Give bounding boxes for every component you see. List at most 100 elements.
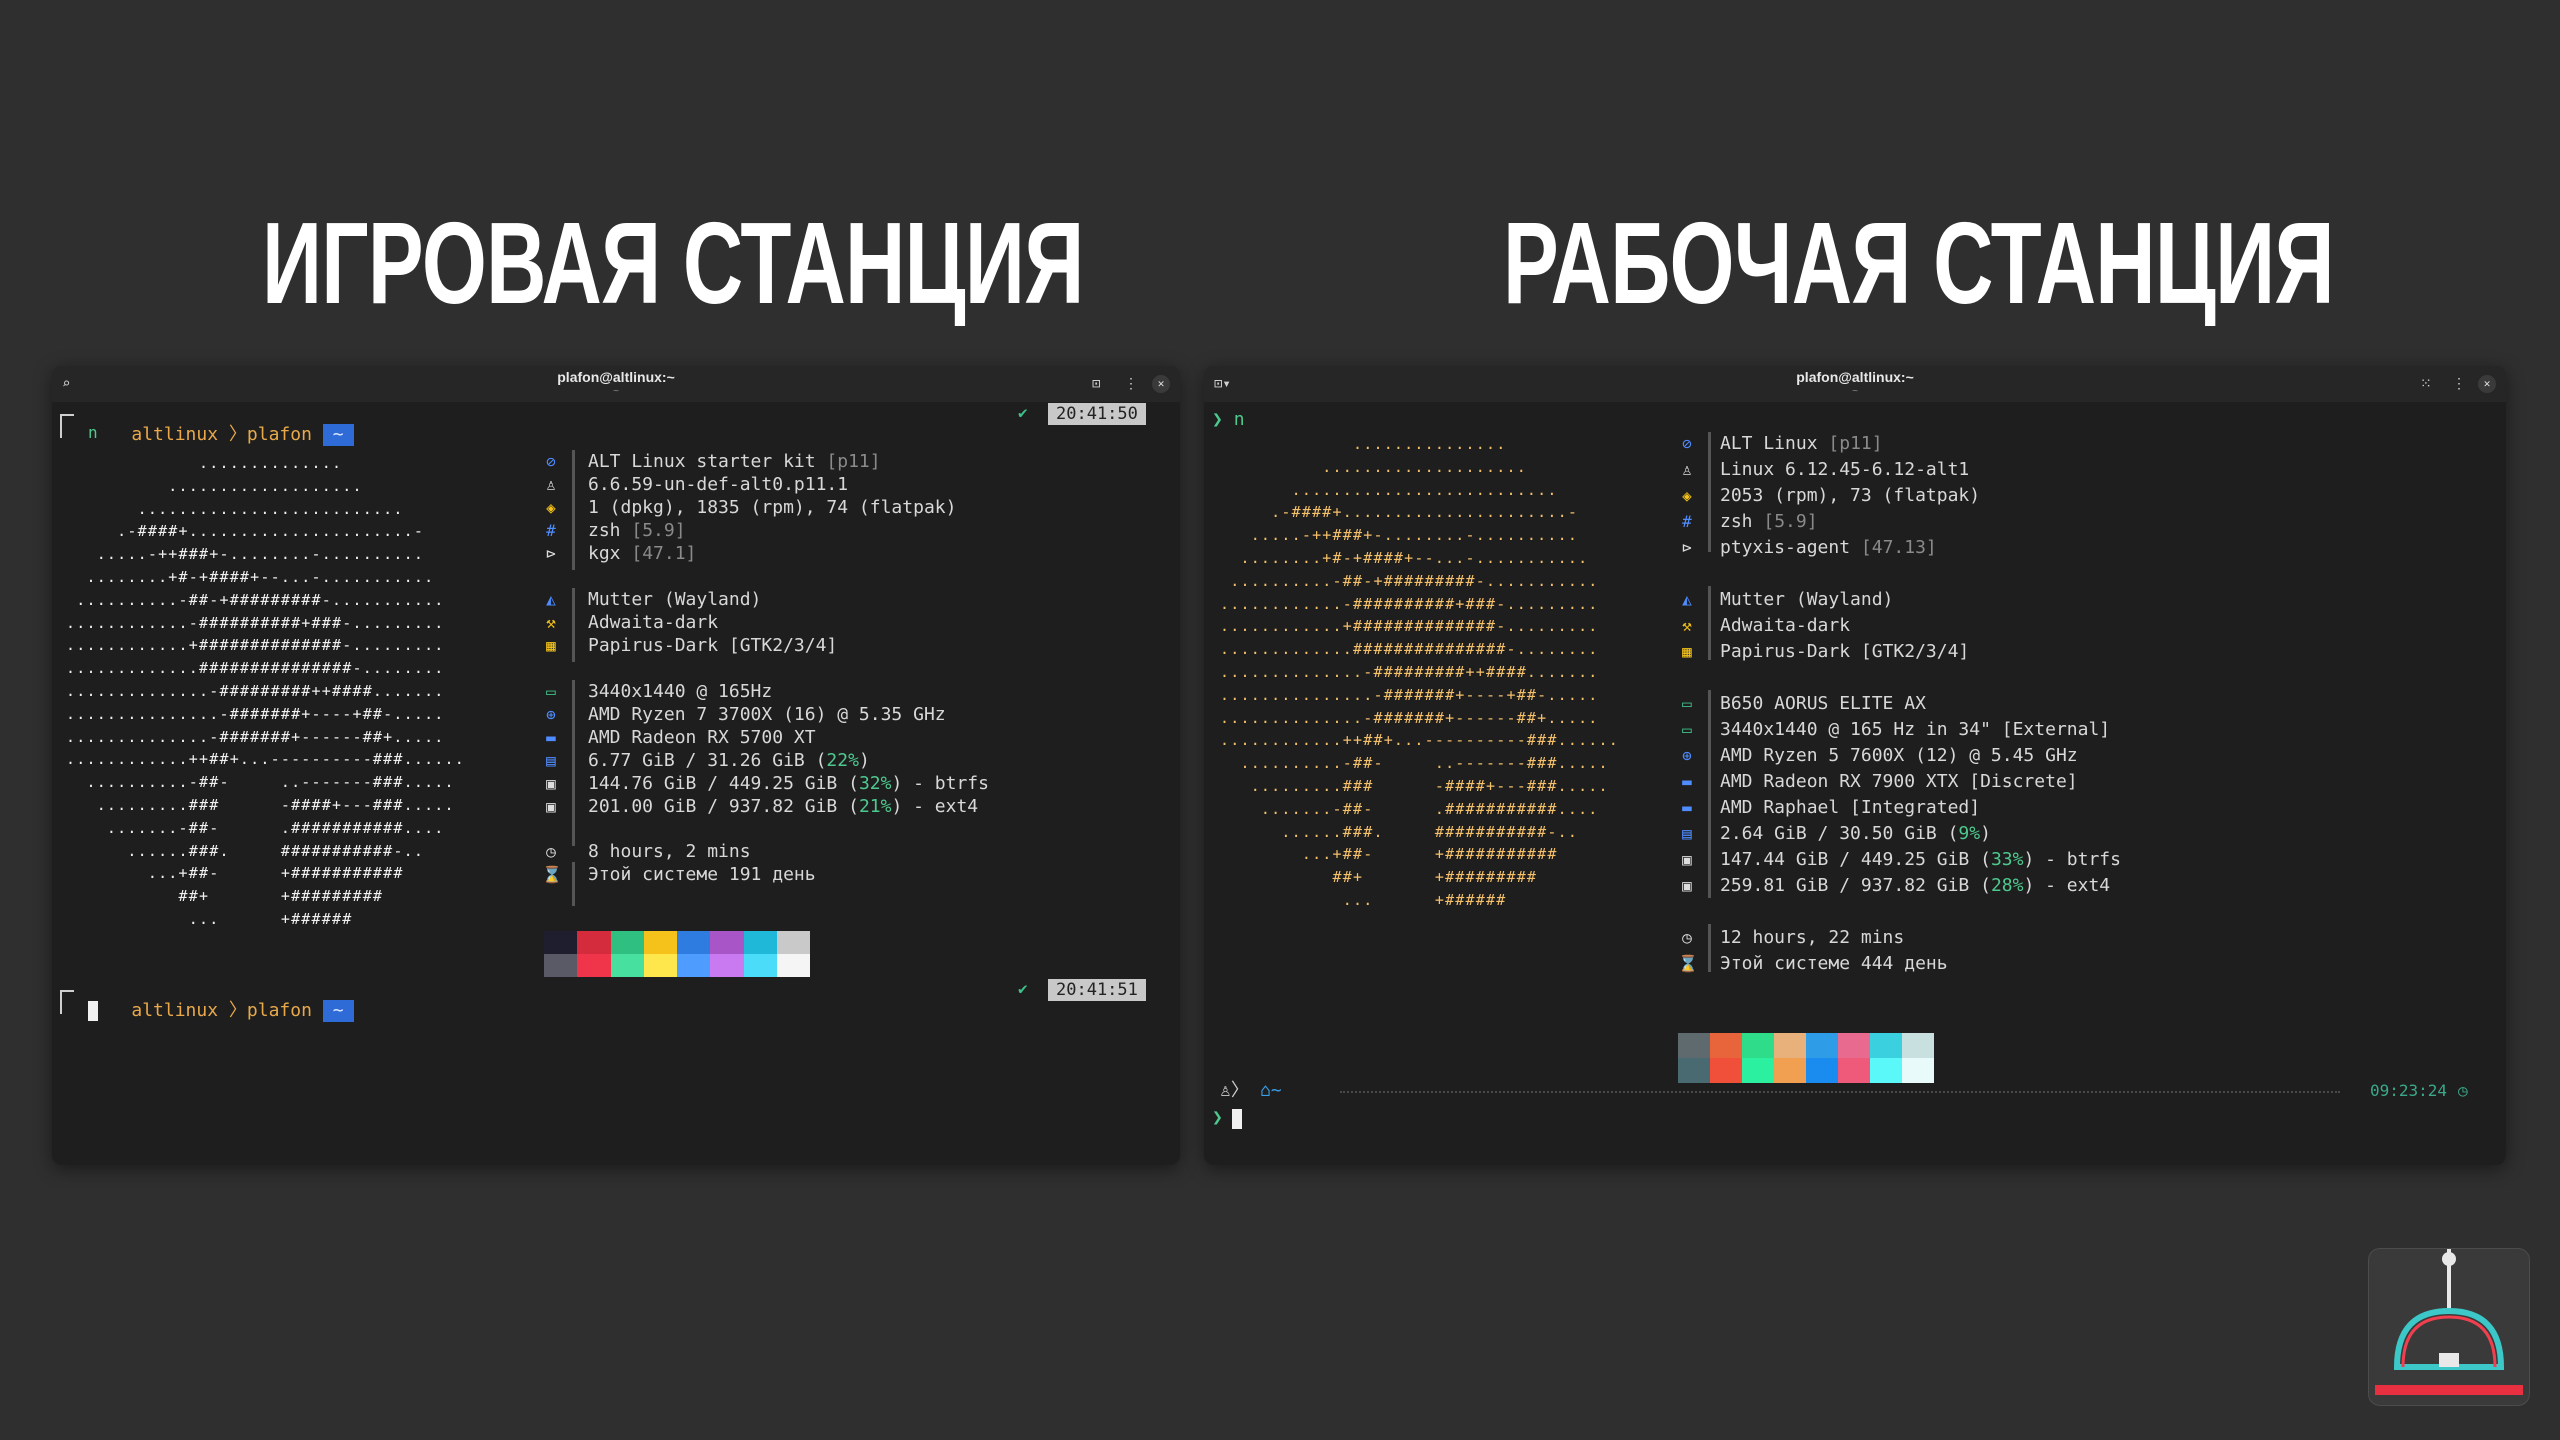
overview-icon[interactable]: ⁙: [2420, 375, 2432, 393]
text-cursor[interactable]: [88, 1001, 98, 1021]
new-tab-icon[interactable]: ⊡: [1092, 375, 1100, 393]
info-memory: 6.77 GiB / 31.26 GiB (22%): [588, 750, 870, 771]
icons-icon: ▦: [546, 636, 556, 655]
info-disk-data: 259.81 GiB / 937.82 GiB (28%) - ext4: [1720, 875, 2111, 896]
palette-swatch: [1774, 1058, 1806, 1083]
palette-swatch: [1870, 1058, 1902, 1083]
palette-swatch: [710, 931, 744, 954]
info-divider: [572, 588, 575, 662]
close-icon[interactable]: ✕: [2478, 375, 2496, 393]
info-uptime: 8 hours, 2 mins: [588, 841, 751, 862]
info-terminal: kgx [47.1]: [588, 543, 697, 564]
terminal-icon: ⊳: [546, 544, 556, 563]
info-os: ALT Linux [p11]: [1720, 433, 1883, 454]
window-title: plafon@altlinux:~: [557, 369, 675, 385]
palette-swatch: [643, 931, 677, 954]
hourglass-icon: ⌛: [542, 865, 562, 884]
brush-icon: ⚒: [1682, 616, 1692, 635]
palette-swatch: [577, 931, 611, 954]
palette-swatch: [1742, 1033, 1774, 1058]
memory-icon: ▤: [1682, 824, 1692, 843]
info-cpu: AMD Ryzen 7 3700X (16) @ 5.35 GHz: [588, 704, 946, 725]
clock-icon: ◷: [1682, 928, 1692, 947]
hash-icon: #: [546, 521, 556, 540]
palette-swatch: [1774, 1033, 1806, 1058]
palette-swatch: [577, 954, 611, 977]
gpu-icon: ▬: [1682, 772, 1692, 791]
menu-icon[interactable]: ⋮: [1124, 375, 1138, 393]
info-packages: 2053 (rpm), 73 (flatpak): [1720, 485, 1981, 506]
disk-icon: ▣: [546, 774, 556, 793]
disk-icon: ▣: [1682, 876, 1692, 895]
titlebar: ⌕ plafon@altlinux:~ ~ ⊡ ⋮ ✕: [52, 366, 1180, 402]
info-divider: [572, 450, 575, 570]
palette-swatch: [1902, 1033, 1934, 1058]
wm-icon: ◭: [1682, 590, 1692, 609]
prompt-chevron-icon: ❯: [1212, 1107, 1223, 1128]
info-divider: [1708, 432, 1711, 552]
palette-swatch: [743, 954, 777, 977]
command-text: n: [88, 423, 98, 442]
info-divider: [572, 862, 575, 906]
window-subtitle: ~: [613, 386, 619, 397]
info-divider: [1708, 690, 1711, 898]
terminal-window-work: ⊡▾ plafon@altlinux:~ ~ ⁙ ⋮ ✕ ❯ n .......…: [1204, 366, 2506, 1165]
info-uptime: 12 hours, 22 mins: [1720, 927, 1905, 948]
gpu-icon: ▬: [546, 728, 556, 747]
info-terminal: ptyxis-agent [47.13]: [1720, 537, 1937, 558]
palette-swatch: [1710, 1058, 1742, 1083]
info-kernel: 6.6.59-un-def-alt0.p11.1: [588, 474, 849, 495]
info-age: Этой системе 191 день: [588, 864, 816, 885]
prompt-host: altlinux: [131, 1000, 219, 1021]
channel-logo: [2368, 1248, 2530, 1406]
terminal-window-gaming: ⌕ plafon@altlinux:~ ~ ⊡ ⋮ ✕ altlinux 〉 pl…: [52, 366, 1180, 1165]
palette-swatch: [610, 954, 644, 977]
prompt-time: 09:23:24: [2370, 1081, 2448, 1100]
hash-icon: #: [1682, 512, 1692, 531]
info-divider: [572, 680, 575, 846]
info-kernel: Linux 6.12.45-6.12-alt1: [1720, 459, 1970, 480]
prompt-separator-icon: 〉: [218, 1000, 247, 1021]
info-display: 3440x1440 @ 165 Hz in 34" [External]: [1720, 719, 2111, 740]
palette-swatch: [610, 931, 644, 954]
palette-swatch: [776, 931, 810, 954]
close-icon[interactable]: ✕: [1152, 375, 1170, 393]
menu-icon[interactable]: ⋮: [2452, 375, 2466, 393]
info-age: Этой системе 444 день: [1720, 953, 1948, 974]
info-wm: Mutter (Wayland): [1720, 589, 1894, 610]
altlinux-icon: ⊘: [1682, 434, 1692, 453]
palette-swatch: [677, 931, 711, 954]
prompt-os-icon: ♙〉: [1220, 1080, 1249, 1101]
linux-icon: ♙: [546, 475, 556, 494]
info-gpu: AMD Radeon RX 5700 XT: [588, 727, 816, 748]
info-divider: [1708, 586, 1711, 660]
prompt-bracket: [60, 414, 74, 438]
info-os: ALT Linux starter kit [p11]: [588, 451, 881, 472]
hourglass-icon: ⌛: [1678, 954, 1698, 973]
info-divider: [1708, 924, 1711, 972]
package-icon: ◈: [1682, 486, 1692, 505]
prompt-filler: [1340, 1091, 2340, 1093]
palette-swatch: [677, 954, 711, 977]
palette-swatch: [1678, 1033, 1710, 1058]
info-theme: Adwaita-dark: [1720, 615, 1851, 636]
cpu-icon: ⊕: [546, 705, 556, 724]
info-board: B650 AORUS ELITE AX: [1720, 693, 1926, 714]
palette-swatch: [1806, 1058, 1838, 1083]
monitor-icon: ▭: [546, 682, 556, 701]
prompt-chevron-icon: ❯: [1212, 409, 1223, 430]
palette-swatch: [743, 931, 777, 954]
palette-swatch: [1710, 1033, 1742, 1058]
wm-icon: ◭: [546, 590, 556, 609]
lamp-icon: [2375, 1249, 2523, 1395]
monitor-icon: ▭: [1682, 720, 1692, 739]
palette-swatch: [776, 954, 810, 977]
text-cursor[interactable]: [1232, 1109, 1242, 1129]
info-icons: Papirus-Dark [GTK2/3/4]: [1720, 641, 1970, 662]
heading-work-station: РАБОЧАЯ СТАНЦИЯ: [1503, 198, 2335, 328]
palette-swatch: [643, 954, 677, 977]
palette-swatch: [1870, 1033, 1902, 1058]
info-shell: zsh [5.9]: [1720, 511, 1818, 532]
info-gpu-discrete: AMD Radeon RX 7900 XTX [Discrete]: [1720, 771, 2078, 792]
prompt-bracket: [60, 990, 74, 1014]
